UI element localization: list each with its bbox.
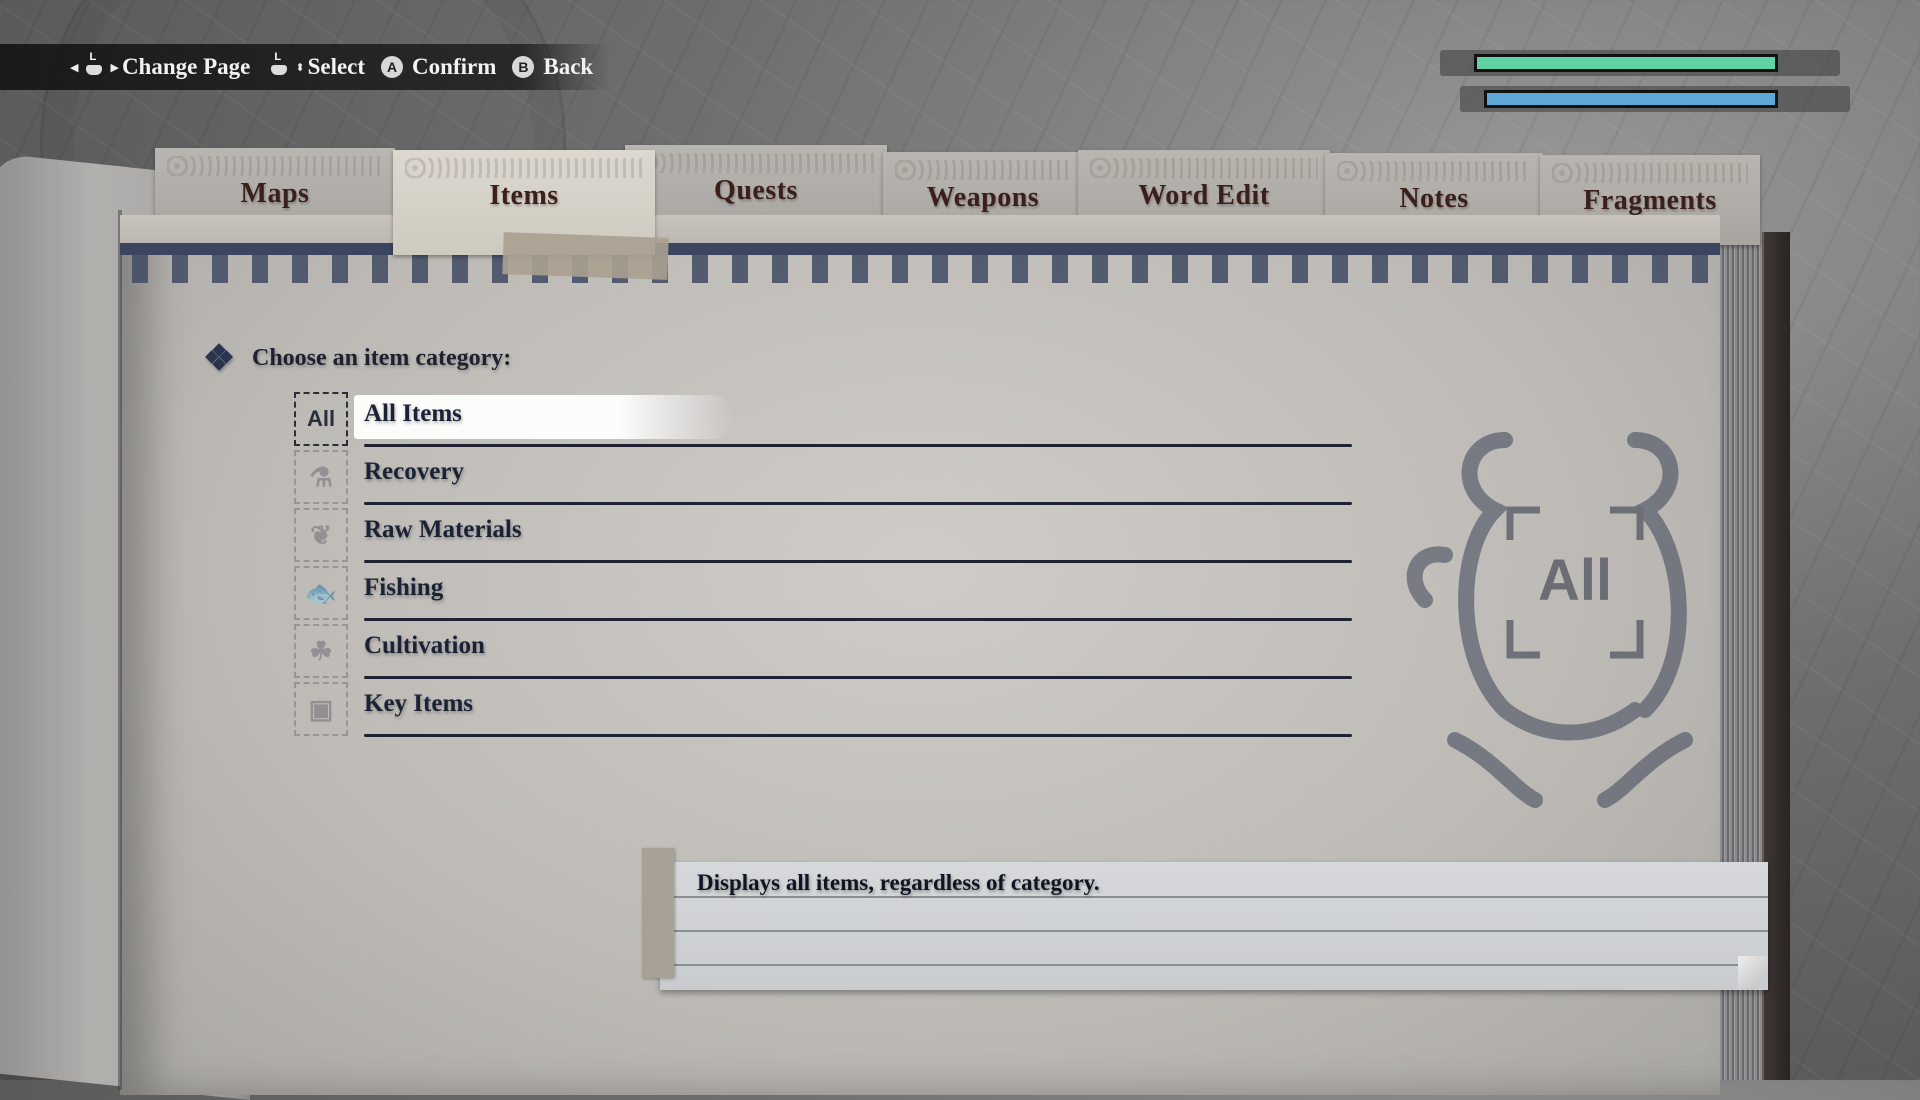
emblem-curl	[1406, 546, 1453, 608]
category-item-cultivation[interactable]: ☘ Cultivation	[292, 624, 1352, 682]
page-top-strip	[120, 215, 1720, 243]
category-prompt: ❖ Choose an item category:	[196, 330, 511, 386]
category-emblem-icon: All	[1406, 432, 1693, 808]
divider	[364, 618, 1352, 621]
tape-strip	[502, 232, 669, 280]
sprout-icon: ☘	[294, 624, 348, 678]
category-item-all-items[interactable]: All All Items	[292, 392, 1352, 450]
arrow-up-down-icon: ⬍	[295, 61, 305, 74]
divider	[364, 560, 1352, 563]
hint-label: Back	[543, 54, 594, 79]
category-label: All Items	[364, 400, 462, 427]
emblem-frame-corner	[1610, 506, 1644, 540]
category-label: Raw Materials	[364, 516, 522, 543]
book-spine	[118, 210, 122, 1090]
divider	[364, 444, 1352, 447]
health-gauge-fill	[1477, 57, 1775, 69]
all-icon: All	[294, 392, 348, 446]
category-label: Fishing	[364, 574, 444, 601]
arrow-right-icon: ▶	[110, 61, 119, 74]
control-hints-bar: ◀ L ▶ Change Page L ⬍ Select A Confirm B…	[0, 44, 610, 90]
left-stick-icon: L	[266, 51, 292, 79]
category-item-fishing[interactable]: 🐟 Fishing	[292, 566, 1352, 624]
category-label: Key Items	[364, 690, 473, 717]
category-item-raw-materials[interactable]: ❦ Raw Materials	[292, 508, 1352, 566]
category-label: Recovery	[364, 458, 464, 485]
treasure-chest-icon: ▣	[294, 682, 348, 736]
b-button-icon: B	[512, 56, 535, 78]
hint-confirm: A Confirm	[381, 54, 496, 80]
emblem-frame-corner	[1610, 620, 1644, 659]
status-gauges	[1440, 46, 1850, 118]
prompt-text: Choose an item category:	[252, 344, 512, 371]
fish-icon: 🐟	[294, 566, 348, 620]
category-item-recovery[interactable]: ⚗ Recovery	[292, 450, 1352, 508]
hint-label: Change Page	[121, 54, 251, 79]
emblem-frame-corner	[1506, 620, 1540, 659]
emblem-text: All	[1538, 548, 1612, 613]
decorative-lace-band	[120, 255, 1720, 283]
hint-select: L ⬍ Select	[266, 51, 366, 80]
hint-label: Select	[307, 54, 366, 79]
emblem-scroll-right	[1627, 432, 1687, 718]
a-button-icon: A	[381, 56, 404, 78]
emblem-leaf-right	[1597, 732, 1693, 808]
divider	[364, 734, 1352, 737]
decorative-band-line	[120, 243, 1720, 255]
divider	[364, 676, 1352, 679]
emblem-leaf-left	[1447, 732, 1543, 808]
left-stick-icon: L	[81, 51, 107, 79]
potion-bottle-icon: ⚗	[294, 450, 348, 504]
hint-change-page: ◀ L ▶ Change Page	[70, 51, 251, 80]
arrow-left-icon: ◀	[70, 61, 79, 74]
category-item-key-items[interactable]: ▣ Key Items	[292, 682, 1352, 740]
hint-back: B Back	[512, 54, 593, 80]
divider	[364, 502, 1352, 505]
description-text: Displays all items, regardless of catego…	[697, 870, 1100, 895]
ornament-icon: ❖	[202, 338, 236, 378]
category-label: Cultivation	[364, 632, 485, 659]
leaf-icon: ❦	[294, 508, 348, 562]
mana-gauge	[1484, 90, 1778, 108]
emblem-frame-corner	[1506, 506, 1540, 540]
tape-strip	[642, 848, 674, 978]
hint-label: Confirm	[412, 54, 497, 79]
health-gauge	[1474, 54, 1778, 72]
mana-gauge-fill	[1487, 93, 1775, 105]
